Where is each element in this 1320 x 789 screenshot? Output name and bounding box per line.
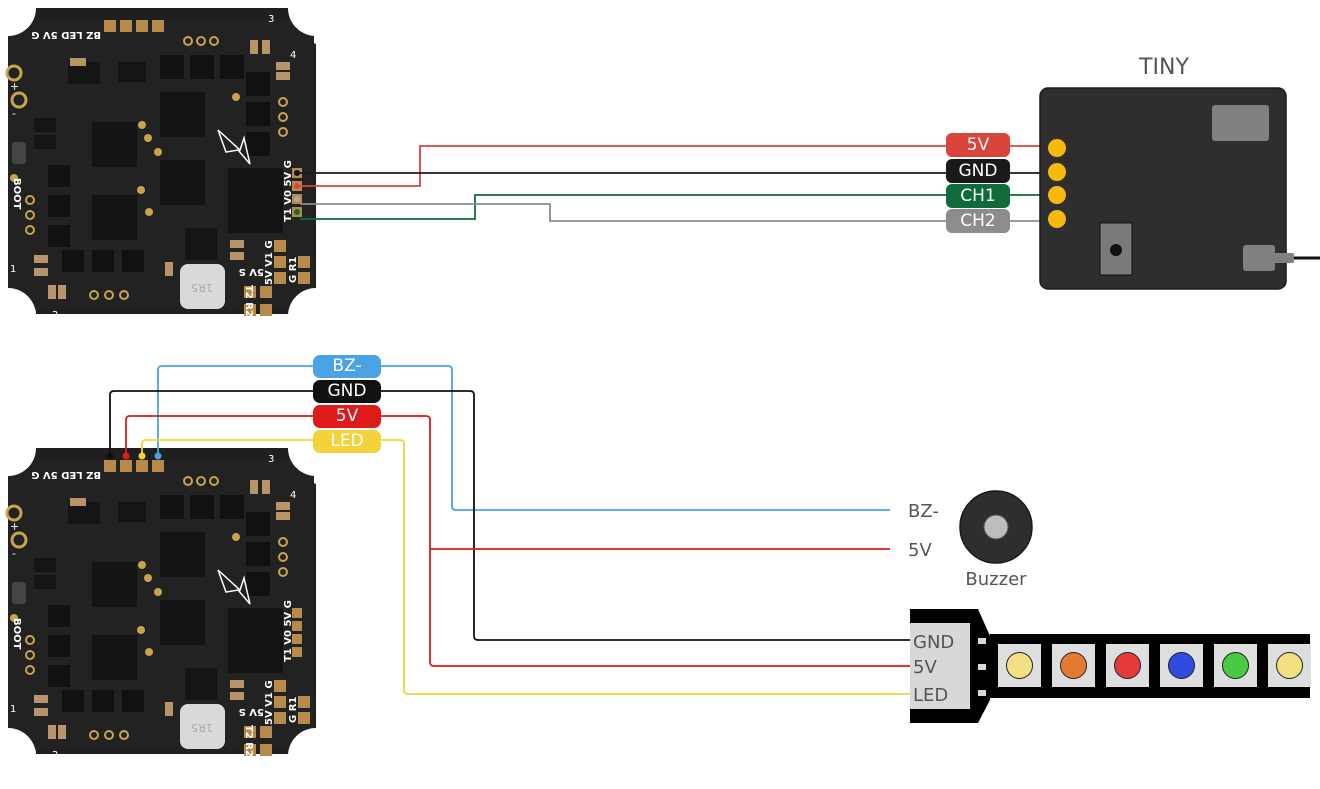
receiver-title: TINY	[1138, 55, 1189, 80]
fc-5v-v1-g-label: 5V V1 G	[264, 240, 275, 285]
fc2-plus-label: +	[10, 520, 19, 533]
fc2-corner-number-3: 3	[268, 454, 274, 465]
receiver-button-dot	[1110, 244, 1122, 256]
buzzer-center	[983, 514, 1009, 540]
pad-dot-v0	[294, 196, 300, 202]
led-light	[1168, 652, 1195, 679]
fc2-minus-label: -	[12, 547, 16, 560]
peripheral-wire-tags: BZ- GND 5V LED	[313, 355, 381, 453]
receiver-wire-tags: 5V GND CH1 CH2	[946, 133, 1010, 233]
receiver-pad-ch1	[1048, 186, 1066, 204]
led-pin-gnd: GND	[913, 632, 954, 653]
receiver-chip	[1212, 105, 1269, 141]
led-pin-led: LED	[913, 685, 948, 706]
led-light	[1006, 652, 1033, 679]
fc2-boot-label: BOOT	[11, 618, 22, 650]
pad-dot-t1	[294, 209, 300, 215]
led-light	[1222, 652, 1249, 679]
fc2-corner-number-2: 2	[52, 750, 58, 761]
fc2-right-pad-labels: T1 V0 5V G	[283, 600, 294, 662]
pad-dot-g	[294, 170, 300, 176]
tag-led-label: LED	[330, 431, 363, 451]
tag-gnd-bottom-label: GND	[328, 381, 367, 401]
antenna-connector	[1243, 245, 1275, 271]
minus-label: -	[12, 107, 16, 120]
led-contact-1	[978, 638, 986, 644]
buzzer-pin-bz: BZ-	[908, 501, 939, 522]
led-light	[1276, 652, 1303, 679]
wiring-diagram: 1R5	[0, 0, 1320, 786]
corner-number-1: 1	[10, 264, 16, 275]
led-pin-5v: 5V	[913, 657, 937, 678]
fc-right-pad-labels: T1 V0 5V G	[283, 160, 294, 222]
receiver-pad-ch2	[1048, 210, 1066, 228]
corner-number-2: 2	[52, 310, 58, 321]
fc2-5v-s-label: 5V S	[239, 706, 264, 717]
fc2-5v-v1-g-label: 5V V1 G	[264, 680, 275, 725]
corner-number-4: 4	[290, 50, 296, 61]
tag-5v-bottom-label: 5V	[336, 406, 359, 426]
fc2-g-r1-label: G R1	[288, 697, 299, 723]
antenna-sleeve	[1272, 253, 1294, 263]
pad-dot-5v	[294, 183, 300, 189]
flight-controller-bottom: BZ LED 5V G T1 V0 5V G BOOT 5V S 5V V1 G…	[0, 418, 346, 786]
wire-ch1	[300, 194, 1055, 220]
led-light	[1114, 652, 1141, 679]
tag-ch1-label: CH1	[960, 186, 995, 206]
led-light	[1060, 652, 1087, 679]
buzzer-pin-5v: 5V	[908, 540, 932, 561]
fc-g-r1-label: G R1	[288, 257, 299, 283]
fc2-corner-number-1: 1	[10, 704, 16, 715]
fc2-corner-number-4: 4	[290, 490, 296, 501]
fc-top-pad-labels: BZ LED 5V G	[31, 29, 101, 40]
flight-controller-top: BZ LED 5V G T1 V0 5V G BOOT 5V S 5V V1 G…	[0, 0, 346, 346]
buzzer-label: Buzzer	[965, 569, 1027, 590]
led-strip: GND 5V LED	[910, 609, 1311, 723]
led-contact-2	[978, 664, 986, 670]
receiver-wires	[300, 145, 1055, 222]
receiver-tiny: TINY	[1039, 55, 1320, 290]
fc2-t2-r2-label: T2 R2	[243, 725, 254, 757]
receiver-pad-5v	[1048, 139, 1066, 157]
tag-5v-label: 5V	[967, 135, 990, 155]
fc-5v-s-label: 5V S	[239, 266, 264, 277]
receiver-pad-gnd	[1048, 163, 1066, 181]
fc2-top-pad-labels: BZ LED 5V G	[31, 469, 101, 480]
tag-bz-label: BZ-	[332, 356, 361, 376]
wire-5v	[300, 145, 1055, 187]
fc-t2-r2-label: T2 R2	[243, 285, 254, 317]
corner-number-3: 3	[268, 14, 274, 25]
tag-gnd-label: GND	[959, 161, 998, 181]
tag-ch2-label: CH2	[960, 211, 995, 231]
boot-label: BOOT	[11, 178, 22, 210]
led-contact-3	[978, 690, 986, 696]
plus-label: +	[10, 80, 19, 93]
buzzer: BZ- 5V Buzzer	[908, 490, 1033, 590]
